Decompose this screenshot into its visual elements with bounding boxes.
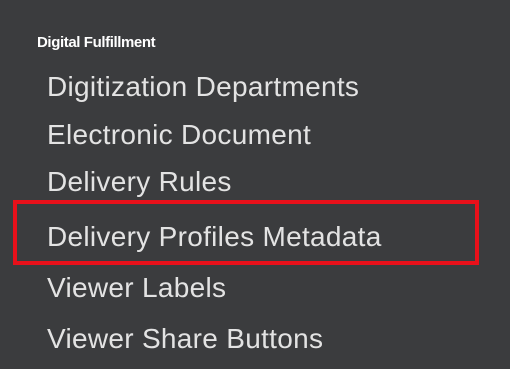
menu-item-electronic-document-delivery-rules-line1[interactable]: Electronic Document	[47, 118, 311, 152]
navigation-menu-panel: Digital Fulfillment Digitization Departm…	[0, 0, 510, 369]
section-heading-digital-fulfillment: Digital Fulfillment	[37, 34, 156, 51]
menu-item-viewer-share-buttons[interactable]: Viewer Share Buttons	[47, 322, 323, 356]
menu-item-viewer-labels[interactable]: Viewer Labels	[47, 271, 226, 305]
menu-item-digitization-departments[interactable]: Digitization Departments	[47, 70, 359, 104]
menu-item-electronic-document-delivery-rules-line2[interactable]: Delivery Rules	[47, 165, 232, 199]
menu-item-delivery-profiles-metadata[interactable]: Delivery Profiles Metadata	[47, 220, 382, 254]
